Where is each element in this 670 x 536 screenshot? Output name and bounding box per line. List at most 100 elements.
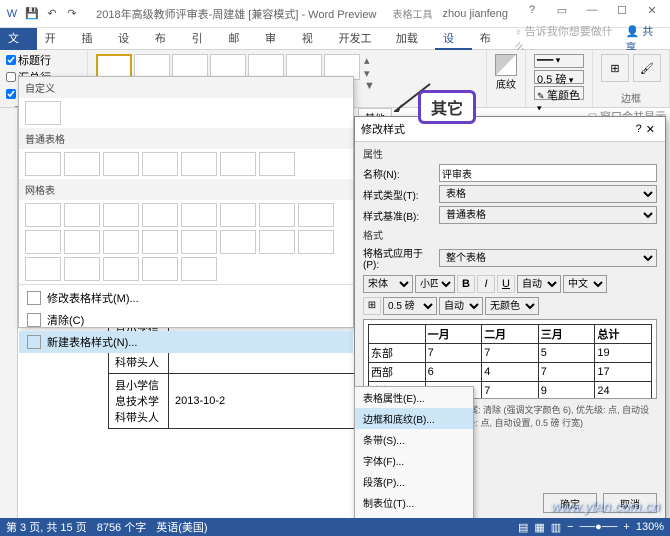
tab-references[interactable]: 引用: [184, 28, 221, 50]
format-context-menu: 表格属性(E)... 边框和底纹(B)... 条带(S)... 字体(F)...…: [354, 386, 474, 535]
ribbon-opts-icon[interactable]: ▭: [548, 4, 576, 24]
font-select[interactable]: 宋体: [363, 275, 413, 293]
help-icon[interactable]: ?: [518, 4, 546, 24]
line-weight-select[interactable]: 0.5 磅: [383, 297, 437, 315]
tab-file[interactable]: 文件: [0, 28, 37, 50]
tab-insert[interactable]: 插入: [73, 28, 110, 50]
gallery-item[interactable]: [142, 230, 178, 254]
tab-developer[interactable]: 开发工具: [330, 28, 387, 50]
ctx-paragraph[interactable]: 段落(P)...: [355, 471, 473, 492]
gallery-item[interactable]: [298, 203, 334, 227]
tab-mailings[interactable]: 邮件: [220, 28, 257, 50]
menu-new-style[interactable]: 新建表格样式(N)...: [19, 331, 353, 353]
gallery-item[interactable]: [181, 203, 217, 227]
borders-button[interactable]: ⊞: [601, 54, 629, 82]
view-read-icon[interactable]: ▤: [518, 521, 528, 534]
tab-addins[interactable]: 加载项: [388, 28, 435, 50]
minimize-icon[interactable]: —: [578, 4, 606, 24]
size-select[interactable]: 小四: [415, 275, 455, 293]
name-input[interactable]: [439, 164, 657, 182]
gallery-item[interactable]: [259, 152, 295, 176]
ctx-font[interactable]: 字体(F)...: [355, 450, 473, 471]
view-web-icon[interactable]: ▥: [551, 521, 561, 534]
lang-select[interactable]: 中文: [563, 275, 607, 293]
status-bar: 第 3 页, 共 15 页 8756 个字 英语(美国) ▤ ▦ ▥ − ──●…: [0, 518, 670, 536]
bold-button[interactable]: B: [457, 275, 475, 293]
gallery-item[interactable]: [298, 230, 334, 254]
gallery-item[interactable]: [220, 152, 256, 176]
style-gallery-dropdown: 自定义 普通表格 网格表 修改表格样式(M)... 清除(C) 新建表格样式(N…: [18, 76, 354, 328]
gallery-item[interactable]: [25, 152, 61, 176]
status-lang[interactable]: 英语(美国): [156, 519, 207, 535]
border-weight-select[interactable]: 0.5 磅 ▾: [534, 70, 584, 84]
gallery-item[interactable]: [142, 152, 178, 176]
gallery-item[interactable]: [103, 203, 139, 227]
gallery-item[interactable]: [103, 152, 139, 176]
gallery-item[interactable]: [25, 230, 61, 254]
base-select[interactable]: 普通表格: [439, 206, 657, 224]
close-icon[interactable]: ✕: [638, 4, 666, 24]
line-color-select[interactable]: 自动: [439, 297, 483, 315]
apply-select[interactable]: 整个表格: [439, 249, 657, 267]
gallery-item[interactable]: [220, 230, 256, 254]
undo-icon[interactable]: ↶: [44, 6, 60, 22]
gallery-item[interactable]: [181, 230, 217, 254]
gallery-item[interactable]: [25, 257, 61, 281]
tab-design[interactable]: 设计: [110, 28, 147, 50]
gallery-item[interactable]: [103, 230, 139, 254]
contextual-tab-label: 表格工具: [393, 6, 433, 21]
gallery-section-custom: 自定义: [19, 77, 353, 98]
fill-select[interactable]: 无颜色: [485, 297, 539, 315]
tab-table-layout[interactable]: 布局: [472, 28, 509, 50]
ctx-banding[interactable]: 条带(S)...: [355, 429, 473, 450]
gallery-item[interactable]: [220, 203, 256, 227]
tab-layout[interactable]: 布局: [147, 28, 184, 50]
underline-button[interactable]: U: [497, 275, 515, 293]
gallery-item[interactable]: [103, 257, 139, 281]
gallery-item[interactable]: [64, 203, 100, 227]
zoom-in-icon[interactable]: +: [623, 521, 629, 533]
gallery-item[interactable]: [64, 257, 100, 281]
ctx-borders-shading[interactable]: 边框和底纹(B)...: [355, 408, 473, 429]
gallery-item[interactable]: [142, 257, 178, 281]
view-print-icon[interactable]: ▦: [534, 521, 544, 534]
border-style-select[interactable]: ━━━ ▾: [534, 54, 584, 68]
user-name: zhou jianfeng: [433, 8, 518, 20]
gallery-item[interactable]: [259, 203, 295, 227]
ctx-table-props[interactable]: 表格属性(E)...: [355, 387, 473, 408]
opt-header-row[interactable]: 标题行: [6, 52, 81, 68]
gallery-item[interactable]: [64, 152, 100, 176]
status-page[interactable]: 第 3 页, 共 15 页: [6, 519, 87, 535]
group-borders: 边框: [599, 90, 663, 105]
zoom-level[interactable]: 130%: [636, 521, 664, 533]
gallery-item[interactable]: [181, 152, 217, 176]
pen-color-select[interactable]: ✎ 笔颜色▾: [534, 86, 584, 100]
tab-table-design[interactable]: 设计: [435, 28, 472, 50]
gallery-item[interactable]: [181, 257, 217, 281]
tab-home[interactable]: 开始: [37, 28, 74, 50]
color-select[interactable]: 自动: [517, 275, 561, 293]
redo-icon[interactable]: ↷: [64, 6, 80, 22]
status-words[interactable]: 8756 个字: [97, 519, 147, 535]
dialog-close-icon[interactable]: ✕: [642, 123, 659, 136]
tab-view[interactable]: 视图: [294, 28, 331, 50]
italic-button[interactable]: I: [477, 275, 495, 293]
gallery-item[interactable]: [64, 230, 100, 254]
zoom-out-icon[interactable]: −: [567, 521, 573, 533]
vertical-ruler: [0, 108, 18, 518]
type-select[interactable]: 表格: [439, 185, 657, 203]
menu-modify-style[interactable]: 修改表格样式(M)...: [19, 287, 353, 309]
gallery-item[interactable]: [142, 203, 178, 227]
ctx-tabs[interactable]: 制表位(T)...: [355, 492, 473, 513]
save-icon[interactable]: 💾: [24, 6, 40, 22]
menu-clear[interactable]: 清除(C): [19, 309, 353, 331]
gallery-item[interactable]: [25, 101, 61, 125]
border-painter-button[interactable]: 🖌: [633, 54, 661, 82]
border-btn[interactable]: ⊞: [363, 297, 381, 315]
maximize-icon[interactable]: ☐: [608, 4, 636, 24]
tab-review[interactable]: 审阅: [257, 28, 294, 50]
gallery-item[interactable]: [25, 203, 61, 227]
gallery-item[interactable]: [259, 230, 295, 254]
gallery-more-icon[interactable]: ▴▾▼: [362, 54, 377, 92]
shading-button[interactable]: 底纹: [493, 52, 519, 93]
